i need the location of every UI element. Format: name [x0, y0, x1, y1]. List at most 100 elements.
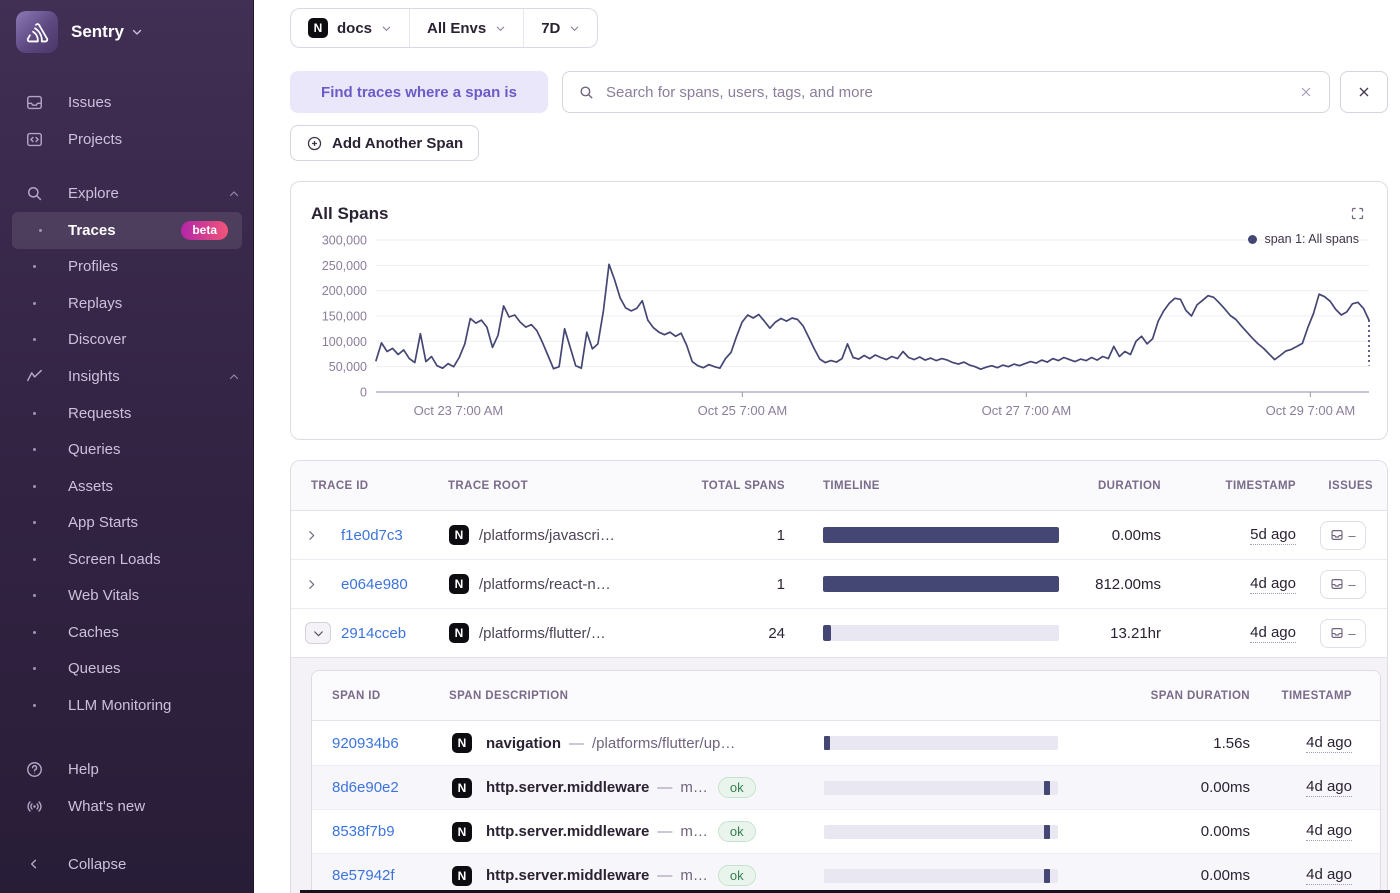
- legend-label: span 1: All spans: [1264, 232, 1359, 246]
- add-another-span-button[interactable]: Add Another Span: [290, 125, 479, 161]
- search-icon: [578, 84, 595, 101]
- span-op: http.server.middleware: [486, 779, 649, 796]
- span-detail: m…: [680, 779, 708, 796]
- bullet-icon: [0, 338, 68, 341]
- remove-span-filter-button[interactable]: [1340, 71, 1388, 113]
- sidebar-item-label: Screen Loads: [68, 551, 161, 568]
- broadcast-icon: [0, 797, 68, 816]
- bullet-dot: [33, 485, 36, 488]
- sidebar-item-profiles[interactable]: Profiles: [0, 249, 254, 286]
- nextjs-platform-icon: N: [452, 866, 472, 886]
- sentry-logo-icon[interactable]: [16, 11, 58, 53]
- clear-search-icon[interactable]: [1298, 84, 1314, 100]
- span-timeline-tick: [1044, 781, 1050, 795]
- timestamp-link[interactable]: 4d ago: [1306, 822, 1352, 841]
- span-id-cell: 920934b6: [332, 721, 442, 765]
- issues-button[interactable]: –: [1320, 570, 1366, 599]
- chevron-right-icon[interactable]: [305, 578, 318, 591]
- sidebar-item-what-s-new[interactable]: What's new: [0, 788, 254, 825]
- sidebar-item-assets[interactable]: Assets: [0, 468, 254, 505]
- sidebar-item-replays[interactable]: Replays: [0, 285, 254, 322]
- span-detail: m…: [680, 867, 708, 884]
- nextjs-platform-icon: N: [452, 778, 472, 798]
- legend-dot-icon: [1248, 235, 1257, 244]
- status-ok-badge: ok: [718, 865, 756, 886]
- span-id-link[interactable]: 8d6e90e2: [332, 779, 399, 796]
- trace-root-cell: /platforms/react-n…: [479, 560, 664, 608]
- bullet-dot: [33, 302, 36, 305]
- nav-section-gap: [0, 158, 254, 175]
- sidebar-item-help[interactable]: Help: [0, 751, 254, 788]
- trace-expander-cell: [305, 609, 337, 657]
- expand-chart-button[interactable]: [1350, 206, 1365, 221]
- issues-cell: –: [1313, 560, 1373, 608]
- chart-legend-item[interactable]: span 1: All spans: [1248, 232, 1359, 246]
- issues-button[interactable]: –: [1320, 521, 1366, 550]
- span-id-link[interactable]: 8e57942f: [332, 867, 395, 884]
- nextjs-platform-icon: N: [449, 525, 469, 545]
- date-range-selector[interactable]: 7D: [523, 9, 597, 47]
- span-timeline-cell: [824, 721, 1058, 765]
- span-separator: —: [649, 867, 680, 884]
- sidebar-item-queues[interactable]: Queues: [0, 651, 254, 688]
- trace-id-link[interactable]: 2914cceb: [341, 625, 406, 642]
- bullet-icon: [0, 412, 68, 415]
- axis-tick-label: 50,000: [329, 360, 367, 374]
- sidebar-collapse-button[interactable]: Collapse: [0, 848, 254, 880]
- bullet-dot: [33, 558, 36, 561]
- span-separator: —: [649, 823, 680, 840]
- bullet-dot: [33, 412, 36, 415]
- timestamp-link[interactable]: 4d ago: [1306, 778, 1352, 797]
- nextjs-platform-icon: N: [452, 733, 472, 753]
- span-timeline-cell: [824, 810, 1058, 853]
- nextjs-platform-icon: N: [449, 623, 469, 643]
- find-traces-label[interactable]: Find traces where a span is: [290, 71, 548, 113]
- timestamp-link[interactable]: 4d ago: [1306, 866, 1352, 885]
- sidebar-item-explore[interactable]: Explore: [0, 175, 254, 212]
- bullet-icon: [0, 594, 68, 597]
- chevron-right-icon[interactable]: [305, 529, 318, 542]
- sidebar-item-label: LLM Monitoring: [68, 697, 171, 714]
- close-icon: [1356, 84, 1372, 100]
- sidebar-item-screen-loads[interactable]: Screen Loads: [0, 541, 254, 578]
- issues-button[interactable]: –: [1320, 619, 1366, 648]
- sidebar-item-web-vitals[interactable]: Web Vitals: [0, 578, 254, 615]
- sidebar-item-issues[interactable]: Issues: [0, 84, 254, 121]
- sidebar-item-discover[interactable]: Discover: [0, 322, 254, 359]
- sidebar-item-queries[interactable]: Queries: [0, 432, 254, 469]
- timestamp-link[interactable]: 4d ago: [1250, 575, 1296, 594]
- search-input[interactable]: [606, 84, 1287, 101]
- sidebar-item-llm-monitoring[interactable]: LLM Monitoring: [0, 687, 254, 724]
- span-op: http.server.middleware: [486, 867, 649, 884]
- span-description-cell: navigation—/platforms/flutter/up…: [486, 721, 816, 765]
- span-id-link[interactable]: 920934b6: [332, 735, 399, 752]
- bullet-dot: [39, 229, 42, 232]
- span-id-link[interactable]: 8538f7b9: [332, 823, 395, 840]
- sidebar-item-projects[interactable]: Projects: [0, 121, 254, 158]
- axis-tick-label: Oct 27 7:00 AM: [982, 403, 1072, 418]
- project-selector[interactable]: N docs: [291, 9, 409, 47]
- th-trace-root: TRACE ROOT: [448, 461, 608, 511]
- trace-id-link[interactable]: f1e0d7c3: [341, 527, 403, 544]
- issues-cell: –: [1313, 609, 1373, 657]
- sidebar-item-app-starts[interactable]: App Starts: [0, 505, 254, 542]
- trace-id-link[interactable]: e064e980: [341, 576, 408, 593]
- org-name: Sentry: [71, 22, 124, 42]
- collapse-trace-button[interactable]: [305, 622, 331, 644]
- trace-table-row: e064e980N/platforms/react-n…1812.00ms4d …: [291, 560, 1387, 609]
- sidebar-item-requests[interactable]: Requests: [0, 395, 254, 432]
- platform-icon-cell: N: [449, 560, 473, 608]
- timestamp-link[interactable]: 5d ago: [1250, 526, 1296, 545]
- sidebar-item-traces[interactable]: Tracesbeta: [12, 212, 242, 249]
- org-switcher[interactable]: Sentry: [71, 22, 143, 42]
- axis-tick-label: 200,000: [322, 284, 367, 298]
- timestamp-link[interactable]: 4d ago: [1250, 624, 1296, 643]
- axis-tick-label: 100,000: [322, 335, 367, 349]
- environment-selector[interactable]: All Envs: [409, 9, 523, 47]
- nextjs-platform-icon: N: [449, 574, 469, 594]
- sidebar-item-insights[interactable]: Insights: [0, 358, 254, 395]
- timestamp-link[interactable]: 4d ago: [1306, 734, 1352, 753]
- sidebar-item-caches[interactable]: Caches: [0, 614, 254, 651]
- platform-icon-cell: N: [452, 766, 476, 809]
- span-timestamp-cell: 4d ago: [1272, 766, 1352, 809]
